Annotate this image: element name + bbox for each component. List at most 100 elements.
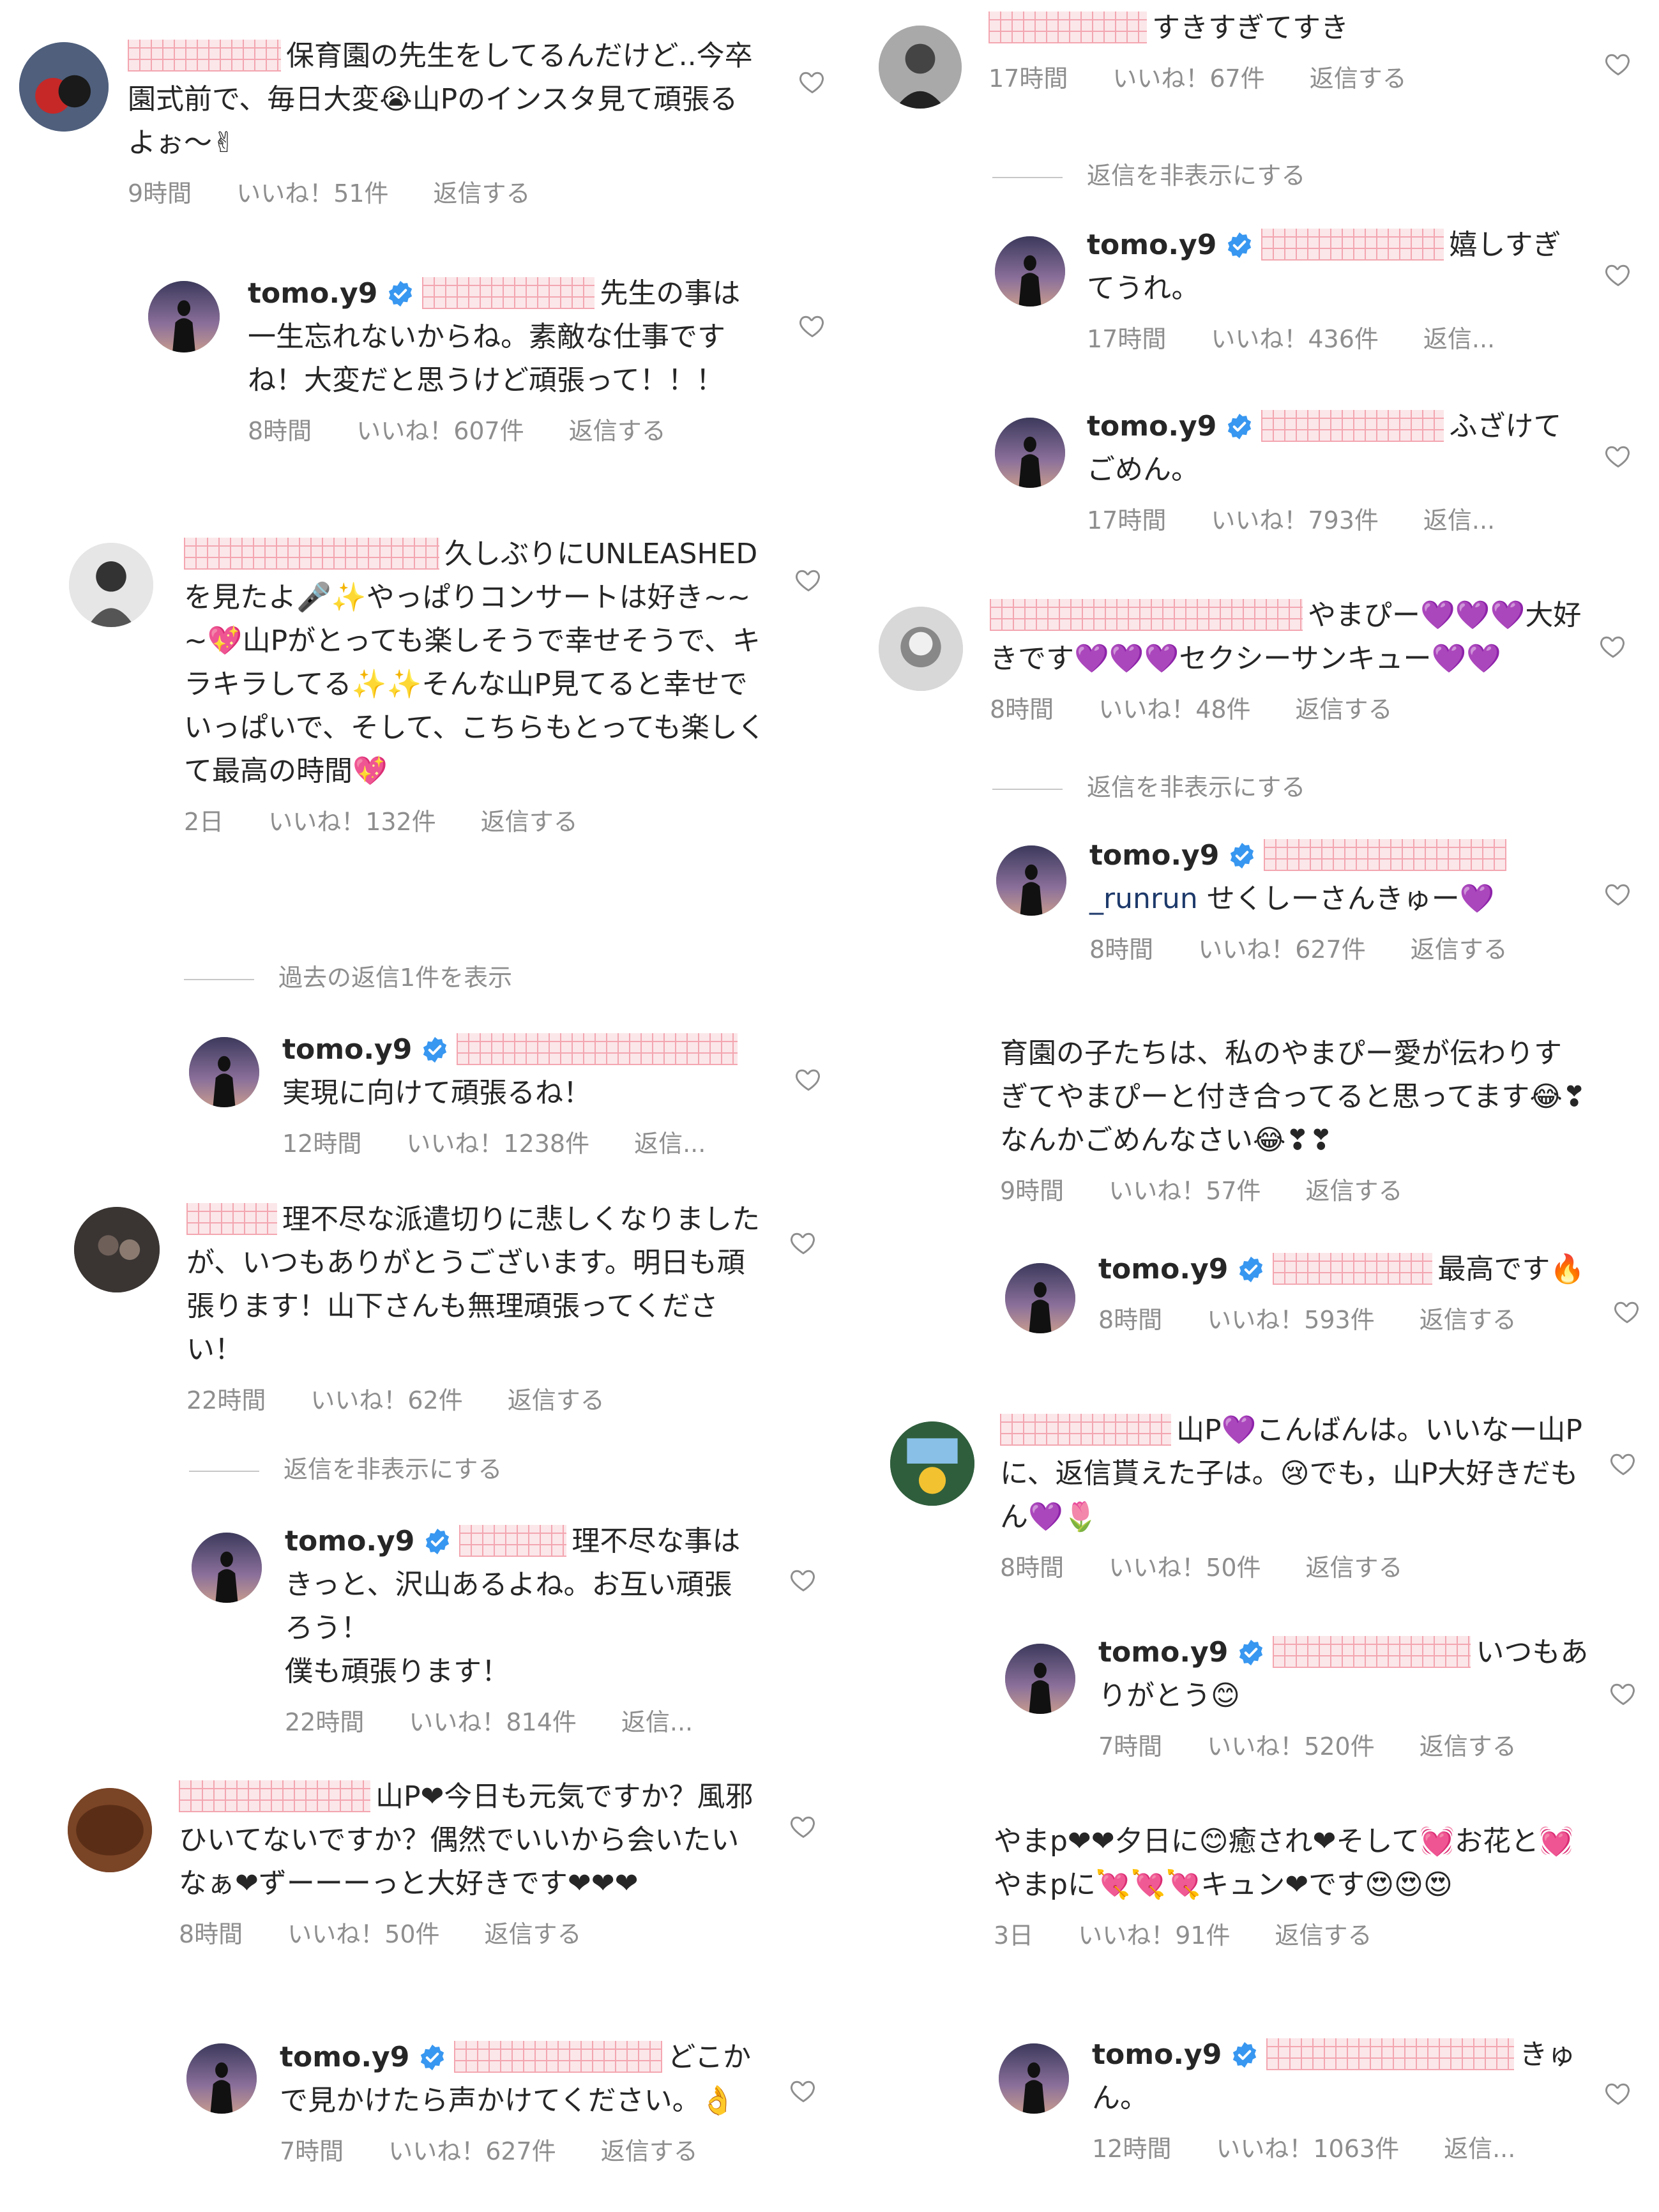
likes-count[interactable]: いいね！62件 [310, 1386, 462, 1414]
verified-badge-icon [1228, 842, 1256, 870]
avatar[interactable] [68, 1788, 152, 1872]
heart-icon[interactable] [789, 2077, 817, 2105]
redacted-username [186, 1203, 277, 1235]
reply-text-line: 僕も頑張ります！ [285, 1655, 510, 1688]
heart-icon[interactable] [789, 1566, 817, 1594]
heart-icon[interactable] [1604, 261, 1632, 289]
likes-count[interactable]: いいね！132件 [268, 808, 436, 836]
avatar[interactable] [189, 1037, 259, 1107]
reply-text: tomo.y9 ふざけてごめん。 [1087, 410, 1562, 486]
timestamp: 9時間 [128, 179, 192, 208]
hide-replies-toggle[interactable]: 返信を非表示にする [189, 1450, 502, 1485]
likes-count[interactable]: いいね！50件 [287, 1920, 439, 1948]
hide-replies-toggle[interactable]: 返信を非表示にする [992, 768, 1305, 803]
likes-count[interactable]: いいね！1238件 [406, 1130, 589, 1158]
likes-count[interactable]: いいね！48件 [1098, 695, 1250, 723]
heart-icon[interactable] [1609, 1679, 1637, 1708]
likes-count[interactable]: いいね！1063件 [1216, 2135, 1399, 2163]
likes-count[interactable]: いいね！91件 [1078, 1921, 1230, 1950]
avatar[interactable] [999, 2043, 1069, 2114]
heart-icon[interactable] [1604, 880, 1632, 908]
reply-button[interactable]: 返信する [1420, 1306, 1517, 1334]
heart-icon[interactable] [1604, 442, 1632, 470]
reply-button[interactable]: 返信する [508, 1386, 605, 1414]
heart-icon[interactable] [794, 1065, 822, 1093]
reply-button[interactable]: 返信... [1444, 2135, 1515, 2163]
reply-button[interactable]: 返信する [1411, 936, 1508, 964]
avatar[interactable] [995, 418, 1065, 488]
username[interactable]: tomo.y9 [1098, 1253, 1228, 1285]
reply-button[interactable]: 返信... [621, 1708, 693, 1736]
likes-count[interactable]: いいね！627件 [388, 2137, 556, 2165]
username[interactable]: tomo.y9 [1089, 839, 1219, 872]
reply-button[interactable]: 返信する [1275, 1921, 1372, 1950]
username[interactable]: tomo.y9 [1092, 2038, 1222, 2071]
likes-count[interactable]: いいね！67件 [1112, 64, 1264, 93]
heart-icon[interactable] [1604, 2079, 1632, 2107]
heart-icon[interactable] [1599, 632, 1627, 660]
reply-button[interactable]: 返信する [1296, 695, 1393, 723]
timestamp: 12時間 [1092, 2135, 1172, 2163]
reply-button[interactable]: 返信... [1423, 506, 1495, 534]
reply-button[interactable]: 返信... [1423, 325, 1495, 353]
username[interactable]: tomo.y9 [248, 277, 377, 310]
reply-button[interactable]: 返信する [481, 808, 578, 836]
likes-count[interactable]: いいね！793件 [1211, 506, 1379, 534]
avatar[interactable] [995, 236, 1065, 307]
avatar[interactable] [996, 845, 1066, 916]
comment-meta: 8時間 いいね！50件 返信する [1000, 1548, 1587, 1583]
reply-button[interactable]: 返信する [601, 2137, 698, 2165]
username[interactable]: tomo.y9 [1098, 1636, 1228, 1669]
reply-button[interactable]: 返信する [1420, 1732, 1517, 1761]
username[interactable]: tomo.y9 [1087, 410, 1216, 443]
reply-button[interactable]: 返信する [1310, 64, 1407, 93]
avatar[interactable] [148, 281, 220, 352]
avatar[interactable] [890, 1421, 974, 1506]
avatar[interactable] [1005, 1263, 1075, 1333]
avatar[interactable] [74, 1207, 160, 1292]
heart-icon[interactable] [1604, 50, 1632, 78]
redacted-mention [1273, 1636, 1471, 1668]
avatar[interactable] [192, 1533, 262, 1603]
reply-meta: 17時間 いいね！793件 返信... [1087, 501, 1572, 536]
avatar[interactable] [879, 26, 962, 109]
divider [184, 978, 254, 980]
heart-icon[interactable] [794, 566, 822, 594]
avatar[interactable] [879, 607, 963, 691]
username[interactable]: tomo.y9 [1087, 229, 1216, 261]
reply-button[interactable]: 返信する [1306, 1554, 1403, 1582]
likes-count[interactable]: いいね！814件 [409, 1708, 577, 1736]
username[interactable]: tomo.y9 [282, 1033, 412, 1066]
likes-count[interactable]: いいね！607件 [356, 417, 524, 445]
verified-badge-icon [386, 280, 414, 308]
reply-button[interactable]: 返信する [569, 417, 666, 445]
view-replies-toggle[interactable]: 過去の返信1件を表示 [184, 958, 512, 993]
likes-count[interactable]: いいね！50件 [1109, 1554, 1261, 1582]
reply-button[interactable]: 返信... [634, 1130, 706, 1158]
timestamp: 2日 [184, 808, 224, 836]
reply-button[interactable]: 返信する [434, 179, 531, 208]
mention-link[interactable]: _runrun [1089, 883, 1198, 915]
heart-icon[interactable] [1613, 1298, 1641, 1326]
likes-count[interactable]: いいね！51件 [236, 179, 388, 208]
avatar[interactable] [69, 543, 153, 627]
heart-icon[interactable] [789, 1812, 817, 1840]
reply-button[interactable]: 返信する [485, 1920, 582, 1948]
heart-icon[interactable] [798, 312, 826, 340]
likes-count[interactable]: いいね！436件 [1211, 325, 1379, 353]
heart-icon[interactable] [1609, 1450, 1637, 1478]
heart-icon[interactable] [789, 1229, 817, 1257]
username[interactable]: tomo.y9 [280, 2041, 409, 2073]
reply-button[interactable]: 返信する [1306, 1177, 1403, 1205]
username[interactable]: tomo.y9 [285, 1525, 414, 1557]
avatar[interactable] [19, 42, 109, 132]
heart-icon[interactable] [798, 68, 826, 96]
hide-replies-toggle[interactable]: 返信を非表示にする [992, 156, 1305, 191]
avatar[interactable] [186, 2043, 257, 2114]
likes-count[interactable]: いいね！57件 [1109, 1177, 1261, 1205]
likes-count[interactable]: いいね！520件 [1207, 1732, 1375, 1761]
likes-count[interactable]: いいね！593件 [1207, 1306, 1375, 1334]
timestamp: 7時間 [1098, 1732, 1163, 1761]
avatar[interactable] [1005, 1644, 1075, 1714]
likes-count[interactable]: いいね！627件 [1198, 936, 1366, 964]
